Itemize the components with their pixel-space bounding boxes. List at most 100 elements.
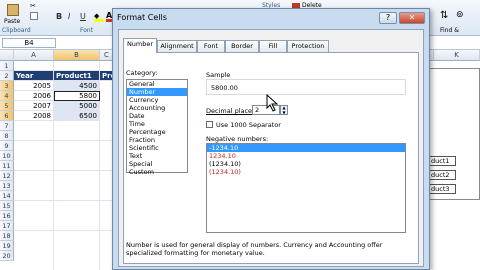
- negative-format-item-selected[interactable]: -1234.10: [207, 144, 405, 152]
- binoculars-icon[interactable]: ⊚: [456, 10, 464, 20]
- category-item[interactable]: Percentage: [127, 128, 187, 136]
- row-header-5[interactable]: 5: [0, 101, 14, 111]
- italic-button[interactable]: I: [68, 12, 70, 21]
- category-list[interactable]: General Number Currency Accounting Date …: [126, 79, 188, 176]
- negative-format-item[interactable]: 1234.10: [207, 152, 405, 160]
- category-item[interactable]: Time: [127, 120, 187, 128]
- category-item[interactable]: Custom: [127, 168, 187, 176]
- row-header-16[interactable]: 16: [0, 211, 14, 221]
- row-header-20[interactable]: 20: [0, 251, 14, 261]
- row-header-14[interactable]: 14: [0, 191, 14, 201]
- negative-format-item[interactable]: (1234.10): [207, 160, 405, 168]
- category-item-selected[interactable]: Number: [127, 88, 187, 96]
- tab-fill[interactable]: Fill: [259, 40, 287, 52]
- select-all-corner[interactable]: [0, 50, 14, 61]
- negative-numbers-label: Negative numbers:: [206, 135, 269, 143]
- chart-legend-item: duct1: [428, 156, 456, 166]
- cell-year[interactable]: 2007: [14, 101, 54, 111]
- font-group-label: Font: [80, 27, 94, 34]
- dialog-title: Format Cells: [117, 13, 167, 22]
- row-header-8[interactable]: 8: [0, 131, 14, 141]
- category-item[interactable]: Special: [127, 160, 187, 168]
- use-1000-separator-label: Use 1000 Separator: [216, 121, 281, 129]
- chart-legend-item: duct2: [428, 170, 456, 180]
- row-header-11[interactable]: 11: [0, 161, 14, 171]
- cell-year[interactable]: 2005: [14, 81, 54, 91]
- gridline: [14, 140, 112, 141]
- row-header-6[interactable]: 6: [0, 111, 14, 121]
- cut-icon[interactable]: ✂: [30, 2, 40, 10]
- row-header-1[interactable]: 1: [0, 61, 14, 71]
- tab-number[interactable]: Number: [123, 38, 157, 53]
- paste-label: Paste: [4, 18, 21, 25]
- row-header-19[interactable]: 19: [0, 241, 14, 251]
- cell-year[interactable]: 2008: [14, 111, 54, 121]
- paste-icon: [7, 4, 19, 16]
- cell-header-product1[interactable]: Product1: [54, 71, 100, 81]
- row-header-15[interactable]: 15: [0, 201, 14, 211]
- use-1000-separator-checkbox[interactable]: [206, 121, 213, 128]
- cell-product1-active[interactable]: 5800: [54, 91, 100, 101]
- row-header-9[interactable]: 9: [0, 141, 14, 151]
- format-cells-dialog: Format Cells ? ✕ Number Alignment Font B…: [112, 8, 430, 270]
- chart-legend-item: duct3: [428, 184, 456, 194]
- column-header-b[interactable]: B: [54, 50, 100, 61]
- fill-color-icon[interactable]: ◆: [94, 12, 104, 22]
- cell-a1[interactable]: [14, 61, 54, 71]
- category-item[interactable]: General: [127, 80, 187, 88]
- negative-format-item[interactable]: (1234.10): [207, 168, 405, 176]
- sample-label: Sample: [206, 71, 231, 79]
- copy-icon[interactable]: [30, 12, 38, 20]
- find-label[interactable]: Find &: [440, 27, 459, 34]
- tab-font[interactable]: Font: [197, 40, 225, 52]
- row-header-3[interactable]: 3: [0, 81, 14, 91]
- tab-alignment[interactable]: Alignment: [157, 40, 197, 52]
- decimal-places-spinner[interactable]: ▲ ▼: [280, 105, 288, 115]
- underline-button[interactable]: U: [80, 12, 86, 21]
- sort-icon[interactable]: ⇅: [440, 10, 448, 21]
- row-header-18[interactable]: 18: [0, 231, 14, 241]
- row-header-12[interactable]: 12: [0, 171, 14, 181]
- cell-header-year[interactable]: Year: [14, 71, 54, 81]
- number-tab-panel: Category: General Number Currency Accoun…: [123, 52, 419, 264]
- category-item[interactable]: Scientific: [127, 144, 187, 152]
- row-header-4[interactable]: 4: [0, 91, 14, 101]
- paste-button[interactable]: Paste: [2, 2, 24, 26]
- tab-protection[interactable]: Protection: [287, 40, 329, 52]
- close-button[interactable]: ✕: [399, 12, 425, 24]
- gridline: [14, 170, 112, 171]
- category-item[interactable]: Text: [127, 152, 187, 160]
- category-label: Category:: [126, 69, 158, 77]
- row-header-2[interactable]: 2: [0, 71, 14, 81]
- category-item[interactable]: Fraction: [127, 136, 187, 144]
- row-header-17[interactable]: 17: [0, 221, 14, 231]
- gridline: [14, 200, 112, 201]
- mouse-pointer-icon: [266, 94, 279, 112]
- sample-value: 5800.00: [211, 84, 238, 92]
- name-box[interactable]: B4: [2, 38, 56, 48]
- category-item[interactable]: Date: [127, 112, 187, 120]
- dialog-body: Number Alignment Font Border Fill Protec…: [118, 29, 424, 267]
- cell-year[interactable]: 2006: [14, 91, 54, 101]
- help-button[interactable]: ?: [379, 12, 397, 24]
- embedded-chart[interactable]: [424, 68, 480, 200]
- category-item[interactable]: Accounting: [127, 104, 187, 112]
- cell-b1[interactable]: [54, 61, 100, 71]
- decimal-places-label: Decimal places:: [206, 107, 258, 115]
- column-header-a[interactable]: A: [14, 50, 54, 61]
- row-header-10[interactable]: 10: [0, 151, 14, 161]
- category-description: Number is used for general display of nu…: [126, 241, 383, 257]
- tab-border[interactable]: Border: [225, 40, 259, 52]
- gridline: [53, 121, 54, 270]
- row-header-7[interactable]: 7: [0, 121, 14, 131]
- column-header-k[interactable]: K: [434, 50, 480, 61]
- negative-numbers-list[interactable]: -1234.10 1234.10 (1234.10) (1234.10): [206, 143, 406, 233]
- clipboard-group-label: Clipboard: [2, 27, 31, 34]
- bold-button[interactable]: B: [56, 12, 62, 21]
- gridline: [99, 121, 100, 270]
- cell-product1[interactable]: 6500: [54, 111, 100, 121]
- row-header-13[interactable]: 13: [0, 181, 14, 191]
- cell-product1[interactable]: 4500: [54, 81, 100, 91]
- cell-product1[interactable]: 5000: [54, 101, 100, 111]
- category-item[interactable]: Currency: [127, 96, 187, 104]
